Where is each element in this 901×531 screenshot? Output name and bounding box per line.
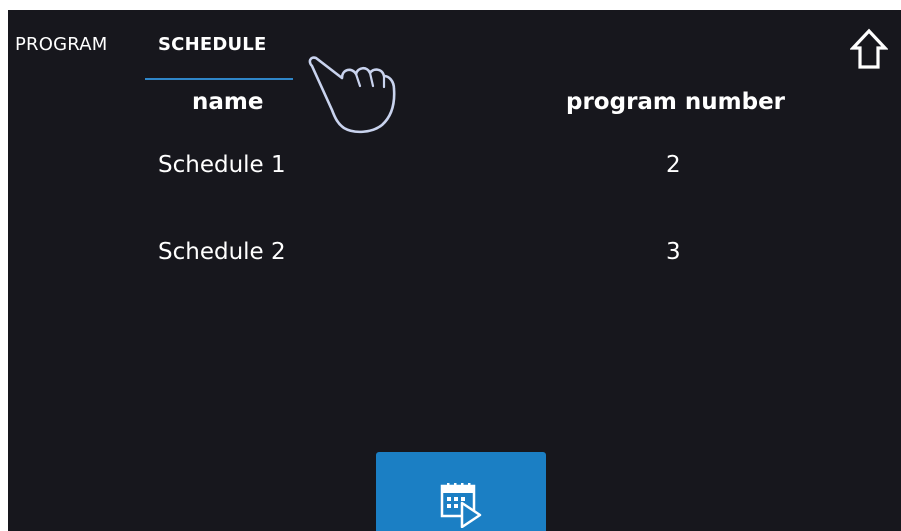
schedule-program-number: 2 [666,152,681,178]
schedule-name: Schedule 2 [158,239,286,265]
hand-pointer-icon [308,56,396,134]
screen: PROGRAM SCHEDULE name program number Sch… [8,10,901,531]
column-header-name: name [192,89,264,115]
start-schedule-button[interactable] [376,452,546,531]
column-header-program-number: program number [566,89,786,115]
home-button[interactable] [849,27,889,71]
active-tab-underline [145,78,293,80]
schedule-program-number: 3 [666,239,681,265]
home-icon [849,28,889,69]
table-row[interactable]: Schedule 1 2 [8,130,901,200]
schedule-name: Schedule 1 [158,152,286,178]
tab-schedule[interactable]: SCHEDULE [158,34,266,55]
table-row[interactable]: Schedule 2 3 [8,217,901,287]
tab-program[interactable]: PROGRAM [15,34,108,55]
calendar-play-icon [440,483,482,528]
